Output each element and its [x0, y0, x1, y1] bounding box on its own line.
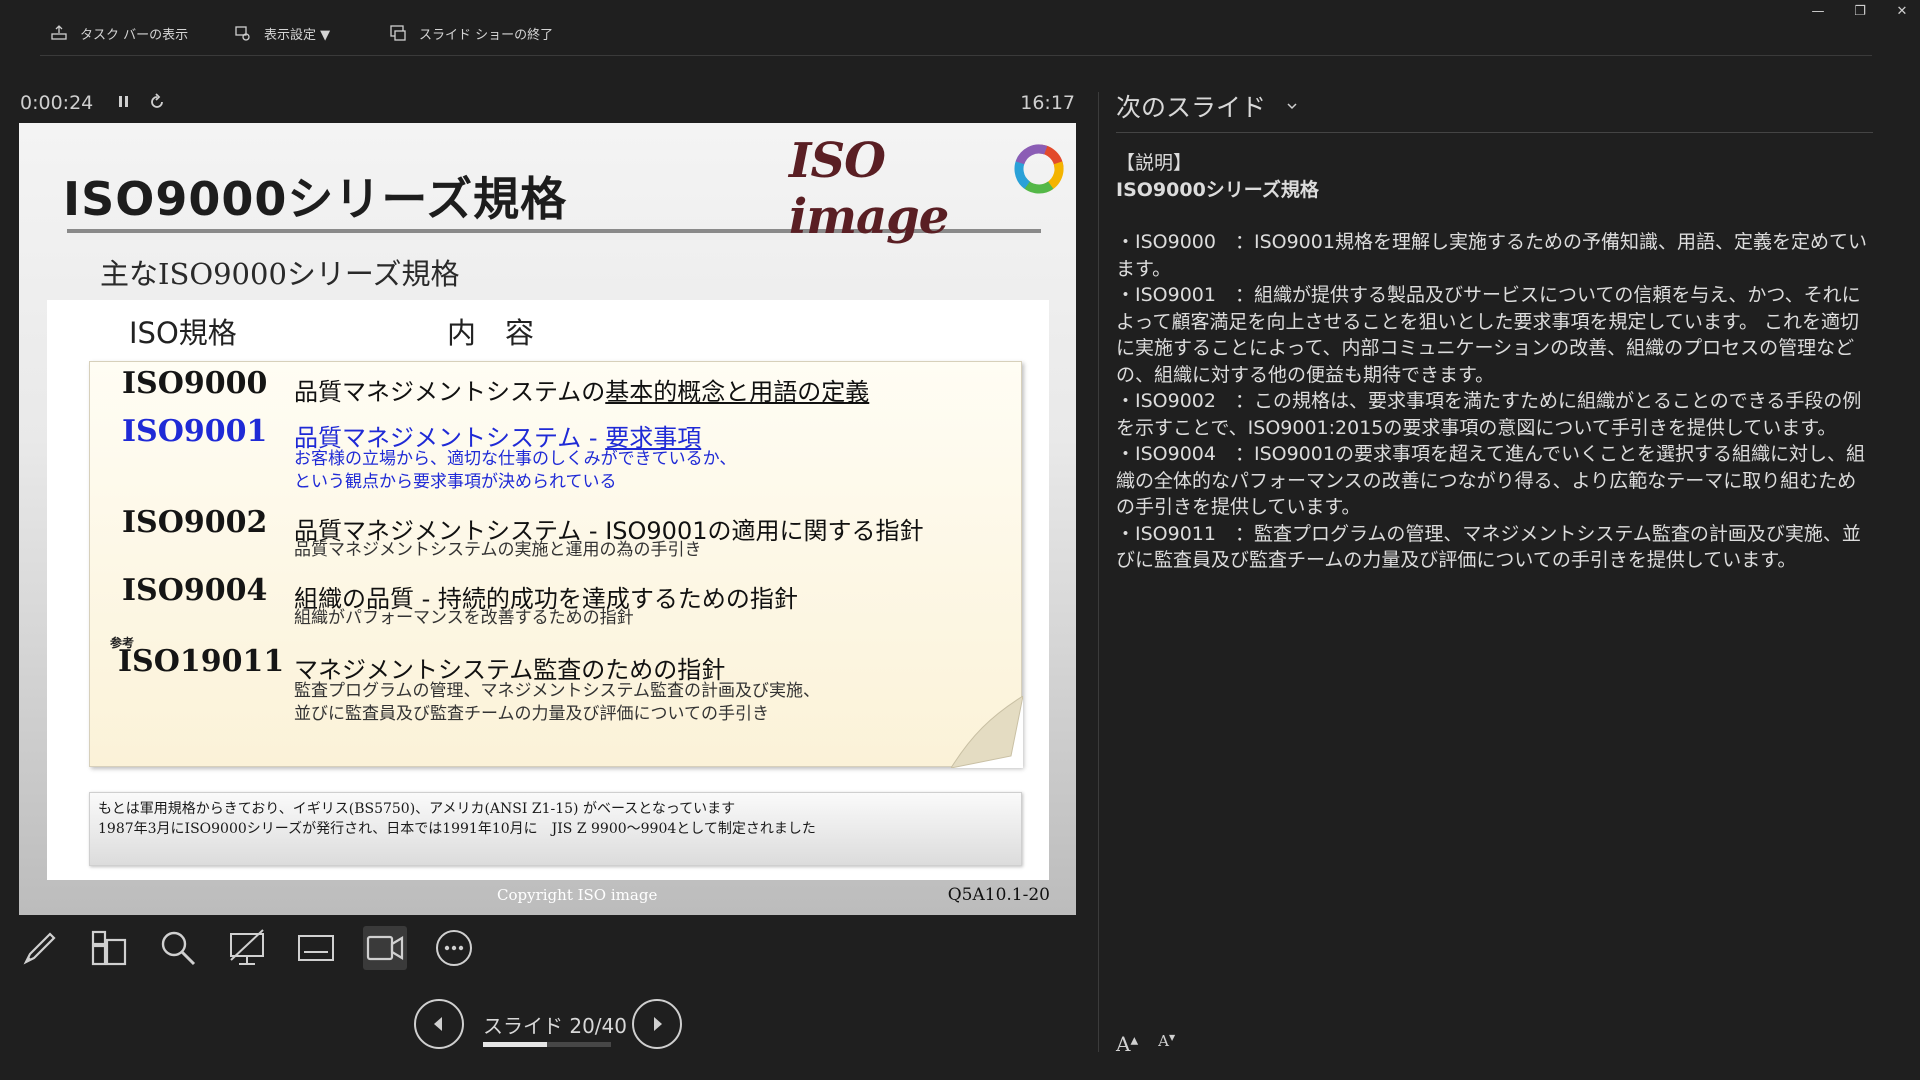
- next-slide-dropdown[interactable]: 次のスライド: [1116, 88, 1298, 124]
- slide-counter: スライド 20/40: [483, 1014, 627, 1038]
- notes-item: ・ISO9000 ：ISO9001規格を理解し実施するための予備知識、用語、定義…: [1116, 231, 1867, 280]
- current-slide[interactable]: ISO9000シリーズ規格 ISO image 主なISO9000シリーズ規格 …: [19, 123, 1076, 915]
- standard-code: ISO9001: [122, 414, 268, 449]
- speaker-notes[interactable]: 【説明】 ISO9000シリーズ規格 ・ISO9000 ：ISO9001規格を理…: [1116, 150, 1868, 574]
- notes-item: ・ISO9004 ：ISO9001の要求事項を超えて進んでいくことを選択する組織…: [1116, 443, 1866, 518]
- end-slideshow-icon: [390, 25, 406, 41]
- page-curl-decoration: [951, 696, 1023, 768]
- show-taskbar-label: タスク バーの表示: [80, 27, 189, 43]
- panel-divider: [1098, 92, 1099, 1052]
- standard-detail: 並びに監査員及び監査チームの力量及び評価についての手引き: [294, 704, 769, 724]
- slide-progress-bar: [483, 1042, 611, 1047]
- show-taskbar-button[interactable]: タスク バーの表示: [50, 22, 188, 44]
- description-text: 品質マネジメントシステムの: [294, 378, 606, 406]
- screen-slash-icon: [230, 929, 264, 965]
- chevron-right-icon: [654, 1017, 662, 1031]
- window-controls: — ❐ ✕: [1810, 4, 1910, 20]
- history-note-line: 1987年3月にISO9000シリーズが発行され、日本では1991年10月に J…: [98, 821, 816, 837]
- video-camera-icon: [366, 935, 404, 961]
- previous-slide-button[interactable]: [414, 999, 464, 1049]
- chevron-left-icon: [434, 1017, 442, 1031]
- history-note-line: もとは軍用規格からきており、イギリス(BS5750)、アメリカ(ANSI Z1-…: [98, 801, 736, 817]
- standard-code: ISO9000: [122, 366, 268, 401]
- notes-item: ・ISO9001 ：組織が提供する製品及びサービスについての信頼を与え、かつ、そ…: [1116, 284, 1861, 386]
- pen-icon: [23, 932, 56, 965]
- end-slideshow-button[interactable]: スライド ショーの終了: [389, 22, 553, 44]
- slide-progress-fill: [483, 1042, 547, 1047]
- chevron-down-icon: [1287, 103, 1297, 110]
- end-slideshow-label: スライド ショーの終了: [419, 27, 554, 43]
- elapsed-timer: 0:00:24: [20, 92, 94, 114]
- magnifier-icon: [161, 931, 196, 966]
- standard-detail: お客様の立場から、適切な仕事のしくみができているか、: [294, 449, 737, 469]
- decrease-font-button[interactable]: A▼: [1158, 1032, 1175, 1056]
- iso-image-logo: ISO image: [789, 133, 1064, 245]
- slide-id: Q5A10.1-20: [947, 885, 1050, 905]
- subtitles-icon: [298, 935, 334, 961]
- restore-button[interactable]: ❐: [1852, 4, 1868, 20]
- minimize-button[interactable]: —: [1810, 4, 1826, 20]
- notes-title: ISO9000シリーズ規格: [1116, 178, 1319, 201]
- close-button[interactable]: ✕: [1894, 4, 1910, 20]
- standards-table: ISO規格 内 容 ISO9000 品質マネジメントシステムの基本的概念と用語の…: [47, 300, 1049, 880]
- pen-tool-button[interactable]: [18, 926, 62, 970]
- standard-description: 品質マネジメントシステムの基本的概念と用語の定義: [294, 372, 869, 407]
- see-all-slides-button[interactable]: [87, 926, 131, 970]
- black-screen-button[interactable]: [225, 926, 269, 970]
- increase-font-label: A: [1116, 1032, 1131, 1056]
- logo-ring-icon: [1014, 144, 1064, 194]
- column-header-standard: ISO規格: [129, 316, 237, 350]
- standard-detail: 組織がパフォーマンスを改善するための指針: [294, 608, 634, 628]
- pause-timer-icon[interactable]: [116, 92, 132, 112]
- slide-title: ISO9000シリーズ規格: [63, 172, 568, 226]
- grid-icon: [91, 930, 127, 966]
- standard-code: ISO9002: [122, 505, 268, 540]
- notes-font-controls: A▲ A▼: [1116, 1032, 1175, 1056]
- display-settings-label: 表示設定 ▼: [264, 27, 331, 43]
- restart-timer-icon[interactable]: [147, 92, 167, 112]
- display-settings-icon: [235, 26, 250, 41]
- slide-tools: [18, 926, 476, 970]
- description-link[interactable]: 基本的概念と用語の定義: [605, 378, 869, 406]
- notes-item: ・ISO9002 ：この規格は、要求事項を満たすために組織がとることのできる手段…: [1116, 390, 1862, 439]
- current-time: 16:17: [1020, 92, 1075, 114]
- standard-detail: 監査プログラムの管理、マネジメントシステム監査の計画及び実施、: [294, 681, 820, 701]
- toolbar-divider: [40, 55, 1872, 56]
- slide-subtitle: 主なISO9000シリーズ規格: [100, 257, 460, 291]
- next-slide-divider: [1116, 132, 1873, 133]
- notes-header: 【説明】: [1116, 152, 1193, 174]
- camera-button[interactable]: [363, 926, 407, 970]
- more-options-button[interactable]: [432, 926, 476, 970]
- standard-code: ISO19011: [118, 644, 285, 679]
- decrease-font-label: A: [1158, 1032, 1169, 1050]
- presenter-toolbar: タスク バーの表示 表示設定 ▼ スライド ショーの終了 — ❐ ✕: [0, 0, 1920, 58]
- notes-item: ・ISO9011 ：監査プログラムの管理、マネジメントシステム監査の計画及び実施…: [1116, 522, 1861, 572]
- column-header-content: 内 容: [447, 316, 535, 350]
- more-dots-icon: [436, 930, 472, 966]
- zoom-button[interactable]: [156, 926, 200, 970]
- standards-card: ISO9000 品質マネジメントシステムの基本的概念と用語の定義 ISO9001…: [89, 361, 1023, 768]
- subtitles-button[interactable]: [294, 926, 338, 970]
- next-slide-label: 次のスライド: [1116, 93, 1267, 122]
- standard-detail: 品質マネジメントシステムの実施と運用の為の手引き: [294, 540, 702, 560]
- history-note: もとは軍用規格からきており、イギリス(BS5750)、アメリカ(ANSI Z1-…: [89, 792, 1022, 866]
- copyright-text: Copyright ISO image: [497, 886, 658, 904]
- standard-code: ISO9004: [122, 573, 268, 608]
- taskbar-icon: [51, 25, 67, 40]
- display-settings-button[interactable]: 表示設定 ▼: [234, 22, 330, 44]
- standard-detail: という観点から要求事項が決められている: [294, 472, 617, 492]
- increase-font-button[interactable]: A▲: [1116, 1032, 1138, 1056]
- next-slide-button[interactable]: [632, 999, 682, 1049]
